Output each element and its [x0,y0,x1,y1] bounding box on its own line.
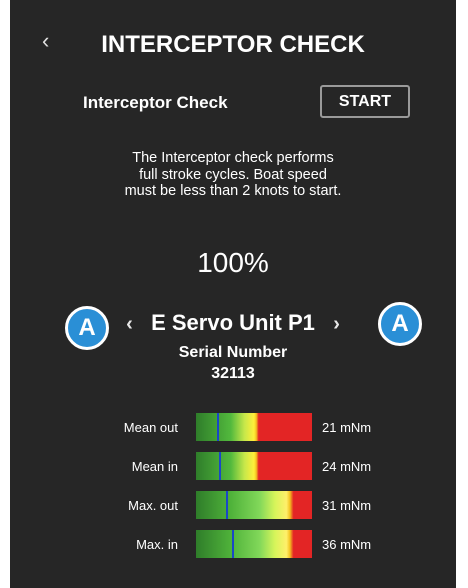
max-in-value: 36 mNm [322,537,372,552]
serial-number-value: 32113 [211,365,255,382]
mean-in-bar [196,452,312,480]
start-button[interactable]: START [320,85,410,118]
max-out-value: 31 mNm [322,498,372,513]
page-title: INTERCEPTOR CHECK [101,31,365,58]
mean-out-value: 21 mNm [322,420,372,435]
prev-unit-chevron-icon[interactable]: ‹ [126,313,133,335]
mean-in-value: 24 mNm [322,459,372,474]
mean-in-marker [219,452,222,480]
progress-percent: 100% [197,247,269,278]
callout-badge-right: A [378,302,422,346]
check-description: The Interceptor check performs full stro… [10,150,456,200]
next-unit-chevron-icon[interactable]: › [333,313,340,335]
interceptor-check-label: Interceptor Check [83,93,228,112]
serial-number-label: Serial Number [178,344,288,361]
max-in-bar [196,530,312,558]
description-line-2: full stroke cycles. Boat speed [139,166,327,183]
mean-out-bar [196,413,312,441]
interceptor-check-panel: ‹ INTERCEPTOR CHECK Interceptor Check ST… [10,0,456,588]
mean-in-label: Mean in [131,459,178,474]
unit-name: E Servo Unit P1 [151,310,315,335]
max-out-bar [196,491,312,519]
description-line-1: The Interceptor check performs [132,150,334,166]
mean-out-label: Mean out [123,420,178,435]
mean-out-marker [216,413,219,441]
max-in-marker [231,530,234,558]
max-out-label: Max. out [128,498,178,513]
description-line-3: must be less than 2 knots to start. [124,183,342,199]
max-out-marker [226,491,229,519]
max-in-label: Max. in [136,537,178,552]
